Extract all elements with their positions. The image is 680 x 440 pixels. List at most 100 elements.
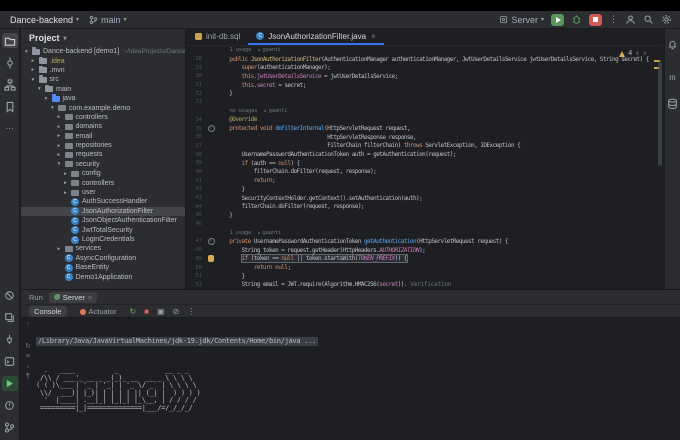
maven-tool-button[interactable]: m bbox=[669, 67, 676, 85]
notifications-tool-button[interactable] bbox=[667, 37, 678, 55]
more-actions-icon[interactable]: ⋮ bbox=[609, 14, 618, 25]
chevron-right-icon[interactable]: ▸ bbox=[58, 133, 65, 139]
tree-item[interactable]: ▾ java bbox=[21, 94, 185, 103]
chevron-down-icon[interactable]: ▾ bbox=[45, 96, 52, 102]
code-line[interactable]: 30 this.jwtUserDetailsService = jwtUserD… bbox=[187, 72, 663, 81]
git-tool-button[interactable] bbox=[2, 420, 18, 435]
chevron-down-icon[interactable]: ▾ bbox=[51, 105, 58, 111]
gc-icon[interactable]: ⊘ bbox=[173, 307, 180, 316]
code-editor[interactable]: 1 usage ▴ gaanti 28 public JsonAuthorizat… bbox=[187, 46, 663, 289]
tree-item[interactable]: ▸ repositories bbox=[21, 141, 185, 150]
code-line[interactable]: 34 @Override bbox=[187, 116, 663, 125]
code-line[interactable]: 45 } bbox=[187, 211, 663, 220]
endpoints-tool-button[interactable] bbox=[2, 332, 18, 347]
tree-item[interactable]: C LoginCredentials bbox=[21, 235, 185, 244]
rerun-icon[interactable]: ↻ bbox=[25, 342, 31, 350]
profile-icon[interactable] bbox=[625, 14, 636, 25]
tree-item[interactable]: ▸ services bbox=[21, 244, 185, 253]
chevron-right-icon[interactable]: ▸ bbox=[58, 152, 65, 158]
override-marker-icon[interactable]: ↑ bbox=[207, 237, 215, 245]
code-line[interactable]: 29 super(authenticationManager); bbox=[187, 63, 663, 72]
run-tool-button[interactable] bbox=[1, 376, 18, 391]
tree-item[interactable]: ▾ Dance-backend [demo1] ~/IdeaProjects/Dan… bbox=[21, 47, 185, 56]
tree-item[interactable]: C JsonAuthorizationFilter bbox=[21, 206, 185, 217]
code-line[interactable]: 49 if (token == null || token.startsWith… bbox=[187, 254, 663, 264]
code-line[interactable]: 28 public JsonAuthorizationFilter(Authen… bbox=[187, 55, 663, 64]
chevron-down-icon[interactable]: ▾ bbox=[32, 77, 39, 83]
scroll-up-icon[interactable]: ↑ bbox=[26, 321, 30, 328]
project-widget[interactable]: Dance-backend ▾ bbox=[10, 15, 79, 25]
code-line[interactable]: 48 String token = request.getHeader(Http… bbox=[187, 246, 663, 255]
code-line[interactable]: 50 return null; bbox=[187, 263, 663, 272]
code-line[interactable]: 39 if (auth == null) { bbox=[187, 159, 663, 168]
intention-bulb-icon[interactable] bbox=[208, 255, 214, 263]
tree-item[interactable]: ▸ .mvn bbox=[21, 65, 185, 75]
code-line[interactable]: 52 String email = JWT.require(Algorithm.… bbox=[187, 281, 663, 289]
chevron-right-icon[interactable]: ▸ bbox=[64, 180, 71, 186]
tree-item[interactable]: C AsyncConfiguration bbox=[21, 254, 185, 263]
mute-tool-button[interactable] bbox=[2, 288, 18, 303]
code-line[interactable]: 33 bbox=[187, 98, 663, 107]
chevron-right-icon[interactable]: ▸ bbox=[58, 124, 65, 130]
tree-item[interactable]: C AuthSuccessHandler bbox=[21, 197, 185, 206]
scroll-to-end-icon[interactable]: ↓ bbox=[26, 363, 30, 370]
tree-item[interactable]: C Demo1Application bbox=[21, 272, 185, 282]
code-line[interactable]: 44 filterChain.doFilter(request, respons… bbox=[187, 202, 663, 211]
soft-wrap-icon[interactable]: ≡ bbox=[26, 353, 30, 360]
editor-scrollbar[interactable] bbox=[658, 61, 662, 166]
chevron-right-icon[interactable]: ▸ bbox=[64, 171, 71, 177]
console-command-line[interactable]: /Library/Java/JavaVirtualMachines/jdk-19… bbox=[36, 337, 680, 346]
build-tool-button[interactable] bbox=[2, 310, 18, 325]
rerun-icon[interactable]: ↻ bbox=[129, 307, 136, 316]
close-icon[interactable]: × bbox=[88, 293, 92, 302]
close-icon[interactable]: × bbox=[371, 32, 376, 41]
code-line[interactable]: 35 ↑ protected void doFilterInternal(Http… bbox=[187, 124, 663, 133]
tab-actuator[interactable]: Actuator bbox=[75, 306, 122, 317]
chevron-down-icon[interactable]: ▾ bbox=[38, 86, 45, 92]
tree-item[interactable]: C JwtTotalSecurity bbox=[21, 225, 185, 235]
chevron-right-icon[interactable]: ▸ bbox=[58, 143, 65, 149]
project-panel-header[interactable]: Project ▾ bbox=[21, 29, 185, 47]
chevron-down-icon[interactable]: ▾ bbox=[58, 161, 65, 167]
stop-button[interactable] bbox=[589, 13, 602, 26]
settings-icon[interactable] bbox=[661, 14, 672, 25]
structure-tool-button[interactable] bbox=[2, 77, 18, 92]
chevron-right-icon[interactable]: ▸ bbox=[64, 190, 71, 196]
tab-server-run[interactable]: Server × bbox=[48, 291, 98, 303]
debug-button[interactable] bbox=[571, 14, 582, 25]
chevron-right-icon[interactable]: ▸ bbox=[58, 114, 65, 120]
tree-item[interactable]: ▸ config bbox=[21, 169, 185, 178]
override-marker-icon[interactable]: ↑ bbox=[207, 125, 215, 133]
code-line[interactable]: 42 } bbox=[187, 185, 663, 194]
tree-item[interactable]: ▸ controllers bbox=[21, 178, 185, 187]
run-config-selector[interactable]: Server ▾ bbox=[499, 15, 544, 25]
terminal-tool-button[interactable] bbox=[2, 354, 18, 369]
code-line[interactable]: 46 bbox=[187, 220, 663, 229]
code-line[interactable]: 31 this.secret = secret; bbox=[187, 81, 663, 90]
more-tools-button[interactable]: ⋯ bbox=[2, 121, 18, 136]
tree-item[interactable]: ▾ main bbox=[21, 84, 185, 94]
code-line[interactable]: 32 } bbox=[187, 89, 663, 98]
vcs-branch-widget[interactable]: main ▾ bbox=[89, 15, 127, 25]
tree-item[interactable]: C JsonObjectAuthenticationFilter bbox=[21, 216, 185, 225]
tree-item[interactable]: ▾ src bbox=[21, 75, 185, 84]
tree-item[interactable]: ▸ .idea bbox=[21, 56, 185, 65]
tree-item[interactable]: ▾ security bbox=[21, 160, 185, 169]
more-icon[interactable]: ⋮ bbox=[187, 307, 195, 316]
search-icon[interactable] bbox=[643, 14, 654, 25]
code-line[interactable]: 36 HttpServletResponse response, bbox=[187, 133, 663, 142]
tree-item[interactable]: C BaseEntity bbox=[21, 263, 185, 272]
database-tool-button[interactable] bbox=[667, 97, 678, 115]
code-line[interactable]: 41 return; bbox=[187, 176, 663, 185]
commit-tool-button[interactable] bbox=[2, 55, 18, 70]
tree-item[interactable]: ▸ controllers bbox=[21, 113, 185, 122]
bookmarks-tool-button[interactable] bbox=[2, 99, 18, 114]
tab-console[interactable]: Console bbox=[29, 305, 67, 317]
code-line[interactable]: 40 filterChain.doFilter(request, respons… bbox=[187, 168, 663, 177]
tree-item[interactable]: ▾ com.example.demo bbox=[21, 103, 185, 112]
tree-item[interactable]: ▸ domains bbox=[21, 122, 185, 131]
stop-icon[interactable]: ■ bbox=[144, 307, 149, 316]
chevron-down-icon[interactable]: ▾ bbox=[25, 49, 32, 55]
code-line[interactable]: 43 SecurityContextHolder.getContext().se… bbox=[187, 194, 663, 203]
code-line[interactable]: 37 FilterChain filterChain) throws Servl… bbox=[187, 142, 663, 151]
